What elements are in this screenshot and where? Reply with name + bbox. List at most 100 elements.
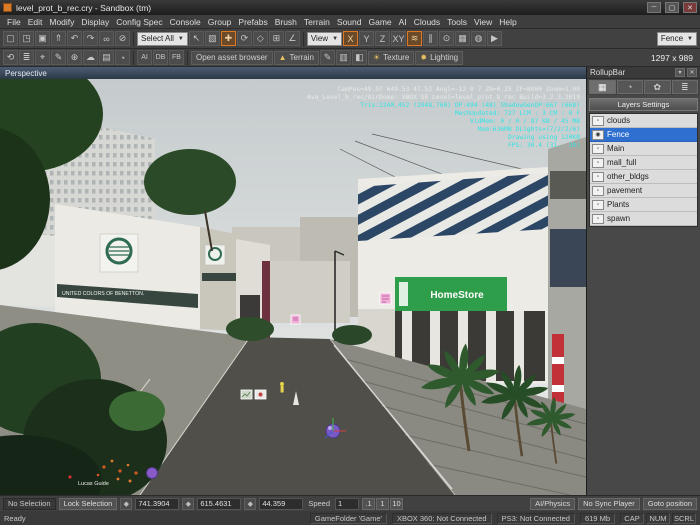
ai-button[interactable]: AI [137, 50, 152, 65]
menu-item[interactable]: Group [205, 16, 235, 28]
menu-item[interactable]: Terrain [301, 16, 333, 28]
axis-y-button[interactable]: Y [359, 31, 375, 46]
layer-visibility-icon[interactable]: ▫ [592, 185, 604, 196]
speed-preset-button[interactable]: .1 [362, 497, 375, 510]
open-file-icon[interactable]: ◳ [19, 31, 34, 46]
entity-sphere-small[interactable] [146, 467, 158, 479]
layer-visibility-icon[interactable]: ▫ [592, 115, 604, 126]
open-asset-browser-button[interactable]: Open asset browser [191, 50, 273, 65]
flowgraph-button[interactable]: FB [169, 50, 184, 65]
no-sync-player-button[interactable]: No Sync Player [578, 497, 640, 510]
layer-row[interactable]: ◉ Fence [590, 128, 697, 142]
menu-item[interactable]: Clouds [411, 16, 443, 28]
export-level-icon[interactable]: ⇑ [51, 31, 66, 46]
lock-selection-button[interactable]: Lock Selection [58, 497, 118, 510]
select-pointer-icon[interactable]: ↖ [188, 31, 204, 46]
layer-row[interactable]: ▫ mall_full [590, 156, 697, 170]
reload-script-icon[interactable]: ⟲ [3, 50, 18, 65]
time-of-day-icon[interactable]: ◔ [115, 50, 130, 65]
helper-icon-pink[interactable] [379, 292, 392, 305]
view-combo[interactable]: View ▼ [306, 31, 343, 46]
menu-item[interactable]: Tools [444, 16, 470, 28]
z-coordinate-input[interactable] [259, 497, 304, 510]
terrain-paint-icon[interactable]: ✎ [319, 50, 335, 65]
axis-x-button[interactable]: X [343, 31, 359, 46]
y-coordinate-input[interactable] [197, 497, 242, 510]
layer-visibility-icon[interactable]: ▫ [592, 143, 604, 154]
viewport-caption[interactable]: Perspective [0, 67, 586, 79]
snap-grid-icon[interactable]: ⊞ [268, 31, 284, 46]
ruler-icon[interactable]: ∥ [423, 31, 439, 46]
helper-icon-thumbnail[interactable] [240, 389, 253, 400]
move-tool-icon[interactable]: ✚ [220, 31, 236, 46]
menu-item[interactable]: View [471, 16, 495, 28]
layer-visibility-icon[interactable]: ▫ [592, 157, 604, 168]
select-all-combo[interactable]: Select All ▼ [137, 31, 188, 46]
selection-lock-icon[interactable]: ⊙ [439, 31, 455, 46]
layer-list-icon[interactable]: ≣ [19, 50, 34, 65]
menu-item[interactable]: Edit [25, 16, 46, 28]
link-icon[interactable]: ∞ [99, 31, 114, 46]
rollup-tab-objects[interactable]: ▦ [589, 80, 616, 94]
menu-item[interactable]: Help [496, 16, 519, 28]
rollup-tab-modelling[interactable]: ✿ [644, 80, 671, 94]
lighting-button[interactable]: ✹ Lighting [415, 50, 464, 65]
fence-layer-combo[interactable]: Fence ▼ [656, 31, 697, 46]
x-coordinate-input[interactable] [135, 497, 180, 510]
database-button[interactable]: DB [153, 50, 168, 65]
axis-z-button[interactable]: Z [375, 31, 391, 46]
new-file-icon[interactable]: ▢ [3, 31, 18, 46]
pick-material-icon[interactable]: ✎ [51, 50, 66, 65]
speed-preset-button[interactable]: 10 [390, 497, 403, 510]
menu-item[interactable]: Console [167, 16, 204, 28]
menu-item[interactable]: AI [396, 16, 410, 28]
vegetation-icon[interactable]: ▤ [99, 50, 114, 65]
goto-position-button[interactable]: Goto position [642, 497, 697, 510]
add-object-icon[interactable]: ⊕ [67, 50, 82, 65]
layer-visibility-icon[interactable]: ▫ [592, 171, 604, 182]
speed-preset-button[interactable]: 1 [376, 497, 389, 510]
rollup-tab-terrain[interactable]: ◔ [616, 80, 643, 94]
save-icon[interactable]: ▣ [35, 31, 50, 46]
scale-tool-icon[interactable]: ◇ [252, 31, 268, 46]
layer-row[interactable]: ▫ Plants [590, 198, 697, 212]
terrain-layers-icon[interactable]: ▥ [335, 50, 351, 65]
menu-item[interactable]: Modify [46, 16, 77, 28]
axis-xy-button[interactable]: XY [391, 31, 407, 46]
entity-marker-dot[interactable] [68, 475, 72, 479]
menu-item[interactable]: Config Spec [113, 16, 165, 28]
play-game-icon[interactable]: ▶ [487, 31, 503, 46]
select-area-icon[interactable]: ▧ [204, 31, 220, 46]
ai-physics-button[interactable]: AI/Physics [530, 497, 576, 510]
layer-visibility-icon[interactable]: ◉ [592, 129, 604, 140]
menu-item[interactable]: Prefabs [235, 16, 270, 28]
viewport-scene[interactable]: UNITED COLORS OF BENETTON. HomeStore Luc… [0, 79, 586, 495]
unlink-icon[interactable]: ⊘ [115, 31, 130, 46]
menu-item[interactable]: Brush [272, 16, 300, 28]
rollup-pin-icon[interactable]: ▾ [675, 68, 685, 77]
minimize-button[interactable]: ─ [647, 2, 661, 13]
close-button[interactable]: ✕ [683, 2, 697, 13]
menu-item[interactable]: Display [78, 16, 112, 28]
layer-row[interactable]: ▫ clouds [590, 114, 697, 128]
layer-row[interactable]: ▫ pavement [590, 184, 697, 198]
rollup-close-icon[interactable]: ✕ [687, 68, 697, 77]
goto-selection-icon[interactable]: ⌖ [35, 50, 50, 65]
rotate-tool-icon[interactable]: ⟳ [236, 31, 252, 46]
layer-visibility-icon[interactable]: ▫ [592, 199, 604, 210]
menu-item[interactable]: Sound [334, 16, 365, 28]
layer-row[interactable]: ▫ Main [590, 142, 697, 156]
mask-icon[interactable]: ◧ [351, 50, 367, 65]
redo-icon[interactable]: ↷ [83, 31, 98, 46]
layers-settings-header[interactable]: Layers Settings [589, 98, 698, 111]
terrain-button[interactable]: ▲ Terrain [273, 50, 319, 65]
layer-row[interactable]: ▫ other_bldgs [590, 170, 697, 184]
helper-icon-thumbnail[interactable] [254, 389, 267, 400]
layer-visibility-icon[interactable]: ▫ [592, 213, 604, 224]
menu-item[interactable]: File [4, 16, 24, 28]
texture-button[interactable]: ☀ Texture [367, 50, 415, 65]
layer-row[interactable]: ▫ spawn [590, 212, 697, 226]
undo-icon[interactable]: ↶ [67, 31, 82, 46]
snap-angle-icon[interactable]: ∠ [284, 31, 300, 46]
camera-icon[interactable]: ▦ [455, 31, 471, 46]
